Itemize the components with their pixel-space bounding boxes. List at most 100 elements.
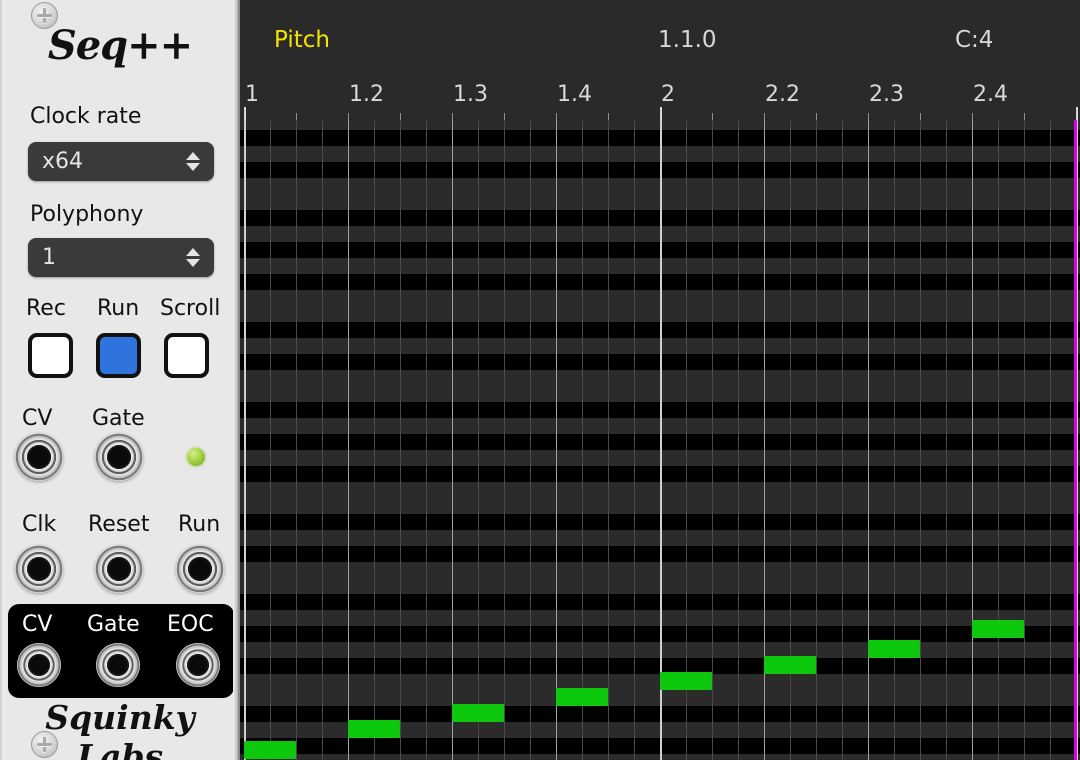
beat-gridline — [868, 120, 869, 760]
note-block[interactable] — [556, 688, 608, 706]
stepper-arrows-icon — [186, 248, 200, 267]
subdivision-gridline — [504, 120, 505, 760]
cv-output-jack[interactable] — [15, 433, 63, 481]
ruler-label: 1.3 — [453, 82, 488, 107]
ruler-tick — [920, 113, 921, 120]
polyphony-select[interactable]: 1 — [28, 238, 214, 277]
ruler-tick — [348, 113, 349, 120]
subdivision-gridline — [946, 120, 947, 760]
beat-gridline — [556, 120, 557, 760]
note-block[interactable] — [868, 640, 920, 658]
clock-rate-select[interactable]: x64 — [28, 142, 214, 181]
note-block[interactable] — [764, 656, 816, 674]
subdivision-gridline — [400, 120, 401, 760]
beat-gridline — [972, 120, 973, 760]
subdivision-gridline — [686, 120, 687, 760]
subdivision-gridline — [1050, 120, 1051, 760]
beat-gridline — [348, 120, 349, 760]
activity-led-icon — [187, 448, 205, 466]
ruler-tick — [244, 107, 246, 120]
beat-gridline — [452, 120, 453, 760]
gate-output-label: Gate — [92, 406, 145, 431]
subdivision-gridline — [634, 120, 635, 760]
subdivision-gridline — [478, 120, 479, 760]
subdivision-gridline — [374, 120, 375, 760]
subdivision-gridline — [816, 120, 817, 760]
subdivision-gridline — [270, 120, 271, 760]
subdivision-gridline — [426, 120, 427, 760]
manufacturer-logo: Squinky Labs — [45, 698, 195, 760]
cv-expansion-jack[interactable] — [17, 643, 61, 687]
subdivision-gridline — [894, 120, 895, 760]
ruler-tick — [452, 113, 453, 120]
ruler-tick — [868, 113, 869, 120]
gate-expansion-jack[interactable] — [96, 643, 140, 687]
ruler-tick — [660, 107, 662, 120]
subdivision-gridline — [1024, 120, 1025, 760]
note-editor[interactable]: Pitch 1.1.0 C:4 1 1.2 1.3 1.4 2 2.2 2.3 2.4 Cli… — [240, 0, 1080, 760]
cv-output-label: CV — [22, 406, 53, 431]
time-ruler[interactable]: 1 1.2 1.3 1.4 2 2.2 2.3 2.4 — [240, 82, 1080, 120]
subdivision-gridline — [738, 120, 739, 760]
ruler-label: 2 — [661, 82, 675, 107]
note-block[interactable] — [452, 704, 504, 722]
scroll-toggle-label: Scroll — [160, 296, 221, 321]
rec-toggle-button[interactable] — [28, 333, 73, 378]
ruler-tick — [1076, 107, 1078, 120]
ruler-label: 1.4 — [557, 82, 592, 107]
clock-rate-value: x64 — [42, 149, 84, 174]
ruler-tick — [504, 113, 505, 120]
eoc-jack-label: EOC — [167, 612, 214, 637]
ruler-tick — [816, 113, 817, 120]
subdivision-gridline — [608, 120, 609, 760]
ruler-label: 2.2 — [765, 82, 800, 107]
gate-jack-label: Gate — [87, 612, 140, 637]
piano-roll-grid[interactable]: Click in editor to get focus — [240, 120, 1080, 760]
editor-header: Pitch 1.1.0 C:4 — [240, 0, 1080, 82]
module-brand-text: Seq++ — [47, 22, 193, 69]
ruler-tick — [712, 113, 713, 120]
note-block[interactable] — [660, 672, 712, 690]
ruler-label: 2.4 — [973, 82, 1008, 107]
run-input-label: Run — [178, 512, 221, 537]
ruler-tick — [556, 113, 557, 120]
ruler-tick — [400, 113, 401, 120]
ruler-tick — [972, 113, 973, 120]
note-block[interactable] — [972, 620, 1024, 638]
reset-input-jack[interactable] — [95, 545, 143, 593]
time-position-readout: 1.1.0 — [658, 27, 717, 53]
subdivision-gridline — [842, 120, 843, 760]
stepper-arrows-icon — [186, 152, 200, 171]
subdivision-gridline — [712, 120, 713, 760]
ruler-tick — [608, 113, 609, 120]
subdivision-gridline — [998, 120, 999, 760]
ruler-tick — [296, 113, 297, 120]
ruler-tick — [764, 113, 765, 120]
playhead-line — [1074, 120, 1077, 760]
note-block[interactable] — [348, 720, 400, 738]
subdivision-gridline — [322, 120, 323, 760]
eoc-expansion-jack[interactable] — [176, 643, 220, 687]
module-brand-title: Seq++ — [0, 22, 238, 69]
subdivision-gridline — [296, 120, 297, 760]
subdivision-gridline — [920, 120, 921, 760]
clock-rate-label: Clock rate — [30, 104, 142, 129]
clock-input-jack[interactable] — [15, 545, 63, 593]
sequencer-window: Seq++ Clock rate x64 Polyphony 1 Rec Run… — [0, 0, 1080, 760]
run-toggle-label: Run — [97, 296, 140, 321]
reset-input-label: Reset — [88, 512, 150, 537]
module-panel: Seq++ Clock rate x64 Polyphony 1 Rec Run… — [0, 0, 240, 760]
note-pitch-readout: C:4 — [955, 27, 994, 53]
edit-mode-label[interactable]: Pitch — [274, 27, 330, 53]
scroll-toggle-button[interactable] — [164, 333, 209, 378]
measure-gridline — [660, 120, 662, 760]
ruler-label: 1.2 — [349, 82, 384, 107]
run-input-jack[interactable] — [176, 545, 224, 593]
run-toggle-button[interactable] — [96, 333, 141, 378]
ruler-label: 2.3 — [869, 82, 904, 107]
subdivision-gridline — [582, 120, 583, 760]
clock-input-label: Clk — [22, 512, 57, 537]
rec-toggle-label: Rec — [26, 296, 66, 321]
note-block[interactable] — [244, 741, 296, 759]
gate-output-jack[interactable] — [95, 433, 143, 481]
